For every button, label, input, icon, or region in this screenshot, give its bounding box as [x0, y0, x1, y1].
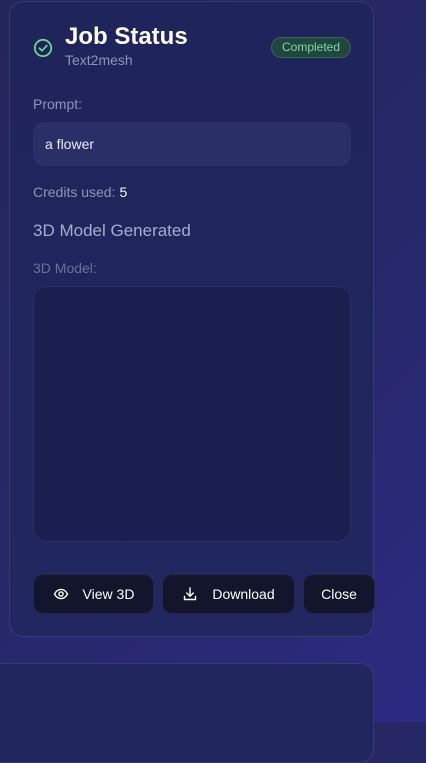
view-3d-label: View 3D	[82, 586, 135, 602]
model-label: 3D Model:	[33, 260, 97, 276]
job-type-subtitle: Text2mesh	[65, 52, 133, 68]
credits-value: 5	[119, 184, 128, 200]
download-icon	[182, 586, 198, 602]
view-3d-button[interactable]: View 3D	[33, 574, 154, 614]
eye-icon	[53, 586, 69, 602]
result-heading: 3D Model Generated	[33, 221, 191, 240]
credits-label: Credits used:	[33, 184, 116, 200]
status-badge: Completed	[271, 37, 351, 58]
prompt-label: Prompt:	[33, 96, 83, 112]
download-button[interactable]: Download	[162, 574, 295, 614]
close-button[interactable]: Close	[303, 574, 375, 614]
credits-used: Credits used: 5	[33, 184, 127, 200]
page-title: Job Status	[65, 23, 188, 50]
prompt-value: a flower	[33, 122, 351, 166]
close-label: Close	[321, 586, 357, 602]
check-circle-icon	[33, 38, 53, 58]
download-label: Download	[212, 586, 275, 602]
model-viewer[interactable]	[33, 286, 351, 542]
next-job-card	[0, 663, 374, 763]
